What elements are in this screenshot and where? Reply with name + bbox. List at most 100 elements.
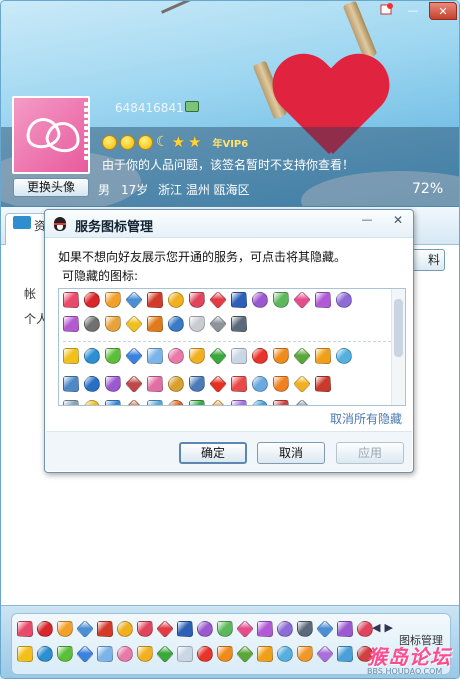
- service-icon[interactable]: [63, 400, 79, 405]
- service-icon[interactable]: [297, 621, 313, 637]
- service-icon[interactable]: [124, 346, 144, 366]
- service-icon[interactable]: [63, 376, 79, 392]
- window-minimize-button[interactable]: —: [403, 2, 423, 20]
- service-icon[interactable]: [231, 316, 247, 332]
- service-icon[interactable]: [315, 644, 335, 664]
- service-icon[interactable]: [84, 348, 100, 364]
- service-icon[interactable]: [105, 316, 121, 332]
- service-icon[interactable]: [208, 398, 228, 405]
- service-icon[interactable]: [147, 376, 163, 392]
- service-icon[interactable]: [37, 646, 53, 662]
- service-icon[interactable]: [168, 348, 184, 364]
- service-icon[interactable]: [124, 314, 144, 334]
- apply-button[interactable]: 应用: [336, 442, 404, 464]
- cancel-all-hidden-link[interactable]: 取消所有隐藏: [330, 410, 402, 427]
- service-icon[interactable]: [231, 400, 247, 405]
- service-icon[interactable]: [155, 644, 175, 664]
- dialog-minimize-button[interactable]: —: [356, 212, 378, 230]
- service-icon[interactable]: [137, 646, 153, 662]
- service-icon[interactable]: [235, 644, 255, 664]
- service-icon[interactable]: [252, 348, 268, 364]
- service-icon[interactable]: [208, 290, 228, 310]
- window-close-button[interactable]: ✕: [429, 2, 457, 20]
- scrollbar-thumb[interactable]: [394, 299, 403, 357]
- service-icon[interactable]: [63, 292, 79, 308]
- service-icon[interactable]: [168, 376, 184, 392]
- change-avatar-button[interactable]: 更换头像: [13, 178, 89, 197]
- service-icon[interactable]: [189, 348, 205, 364]
- service-icon[interactable]: [297, 646, 313, 662]
- service-icon[interactable]: [168, 316, 184, 332]
- service-icon[interactable]: [124, 290, 144, 310]
- service-icon[interactable]: [177, 646, 193, 662]
- service-icon[interactable]: [292, 290, 312, 310]
- dialog-close-button[interactable]: ✕: [385, 212, 411, 230]
- service-icon[interactable]: [84, 316, 100, 332]
- service-icon[interactable]: [17, 621, 33, 637]
- scroll-arrows-icon[interactable]: ◀▶: [372, 621, 397, 634]
- service-icon[interactable]: [147, 348, 163, 364]
- service-icon[interactable]: [147, 400, 163, 405]
- service-icon[interactable]: [273, 348, 289, 364]
- service-icon[interactable]: [292, 374, 312, 394]
- service-icon[interactable]: [168, 400, 184, 405]
- service-icon[interactable]: [63, 348, 79, 364]
- service-icon[interactable]: [217, 646, 233, 662]
- service-icon[interactable]: [63, 316, 79, 332]
- service-icon[interactable]: [252, 292, 268, 308]
- service-icon[interactable]: [273, 376, 289, 392]
- service-icon[interactable]: [124, 398, 144, 405]
- service-icon[interactable]: [84, 400, 100, 405]
- service-icon[interactable]: [189, 400, 205, 405]
- service-icon[interactable]: [315, 292, 331, 308]
- service-icon[interactable]: [357, 621, 373, 637]
- service-icon[interactable]: [155, 619, 175, 639]
- service-icon[interactable]: [208, 346, 228, 366]
- service-icon[interactable]: [105, 400, 121, 405]
- service-icon[interactable]: [189, 376, 205, 392]
- service-icon[interactable]: [235, 619, 255, 639]
- service-icon[interactable]: [252, 400, 268, 405]
- service-icon[interactable]: [124, 374, 144, 394]
- service-icon[interactable]: [105, 292, 121, 308]
- icon-panel-scrollbar[interactable]: [391, 289, 405, 405]
- service-icon[interactable]: [189, 292, 205, 308]
- service-icon[interactable]: [84, 376, 100, 392]
- service-icon[interactable]: [277, 646, 293, 662]
- copy-icon[interactable]: [185, 101, 199, 112]
- service-icon[interactable]: [117, 621, 133, 637]
- service-icon[interactable]: [292, 398, 312, 405]
- service-icon[interactable]: [217, 621, 233, 637]
- service-icon[interactable]: [315, 348, 331, 364]
- service-icon[interactable]: [105, 348, 121, 364]
- service-icon[interactable]: [231, 376, 247, 392]
- service-icon[interactable]: [117, 646, 133, 662]
- service-icon[interactable]: [84, 292, 100, 308]
- service-icon[interactable]: [252, 376, 268, 392]
- service-icon[interactable]: [257, 646, 273, 662]
- avatar[interactable]: [12, 96, 90, 174]
- service-icon[interactable]: [197, 621, 213, 637]
- service-icon[interactable]: [336, 348, 352, 364]
- service-icon[interactable]: [147, 292, 163, 308]
- service-icon[interactable]: [208, 374, 228, 394]
- service-icon[interactable]: [292, 346, 312, 366]
- service-icon[interactable]: [315, 619, 335, 639]
- skin-icon[interactable]: [379, 2, 395, 20]
- service-icon[interactable]: [257, 621, 273, 637]
- service-icon[interactable]: [231, 348, 247, 364]
- service-icon[interactable]: [336, 292, 352, 308]
- service-icon[interactable]: [168, 292, 184, 308]
- service-icon[interactable]: [57, 621, 73, 637]
- service-icon[interactable]: [337, 621, 353, 637]
- vip-badge[interactable]: 年VIP6: [212, 135, 248, 150]
- service-icon[interactable]: [75, 644, 95, 664]
- service-icon[interactable]: [177, 621, 193, 637]
- service-icon[interactable]: [97, 646, 113, 662]
- service-icon[interactable]: [273, 400, 289, 405]
- service-icon[interactable]: [189, 316, 205, 332]
- service-icon[interactable]: [37, 621, 53, 637]
- service-icon[interactable]: [75, 619, 95, 639]
- service-icon[interactable]: [273, 292, 289, 308]
- service-icon[interactable]: [105, 376, 121, 392]
